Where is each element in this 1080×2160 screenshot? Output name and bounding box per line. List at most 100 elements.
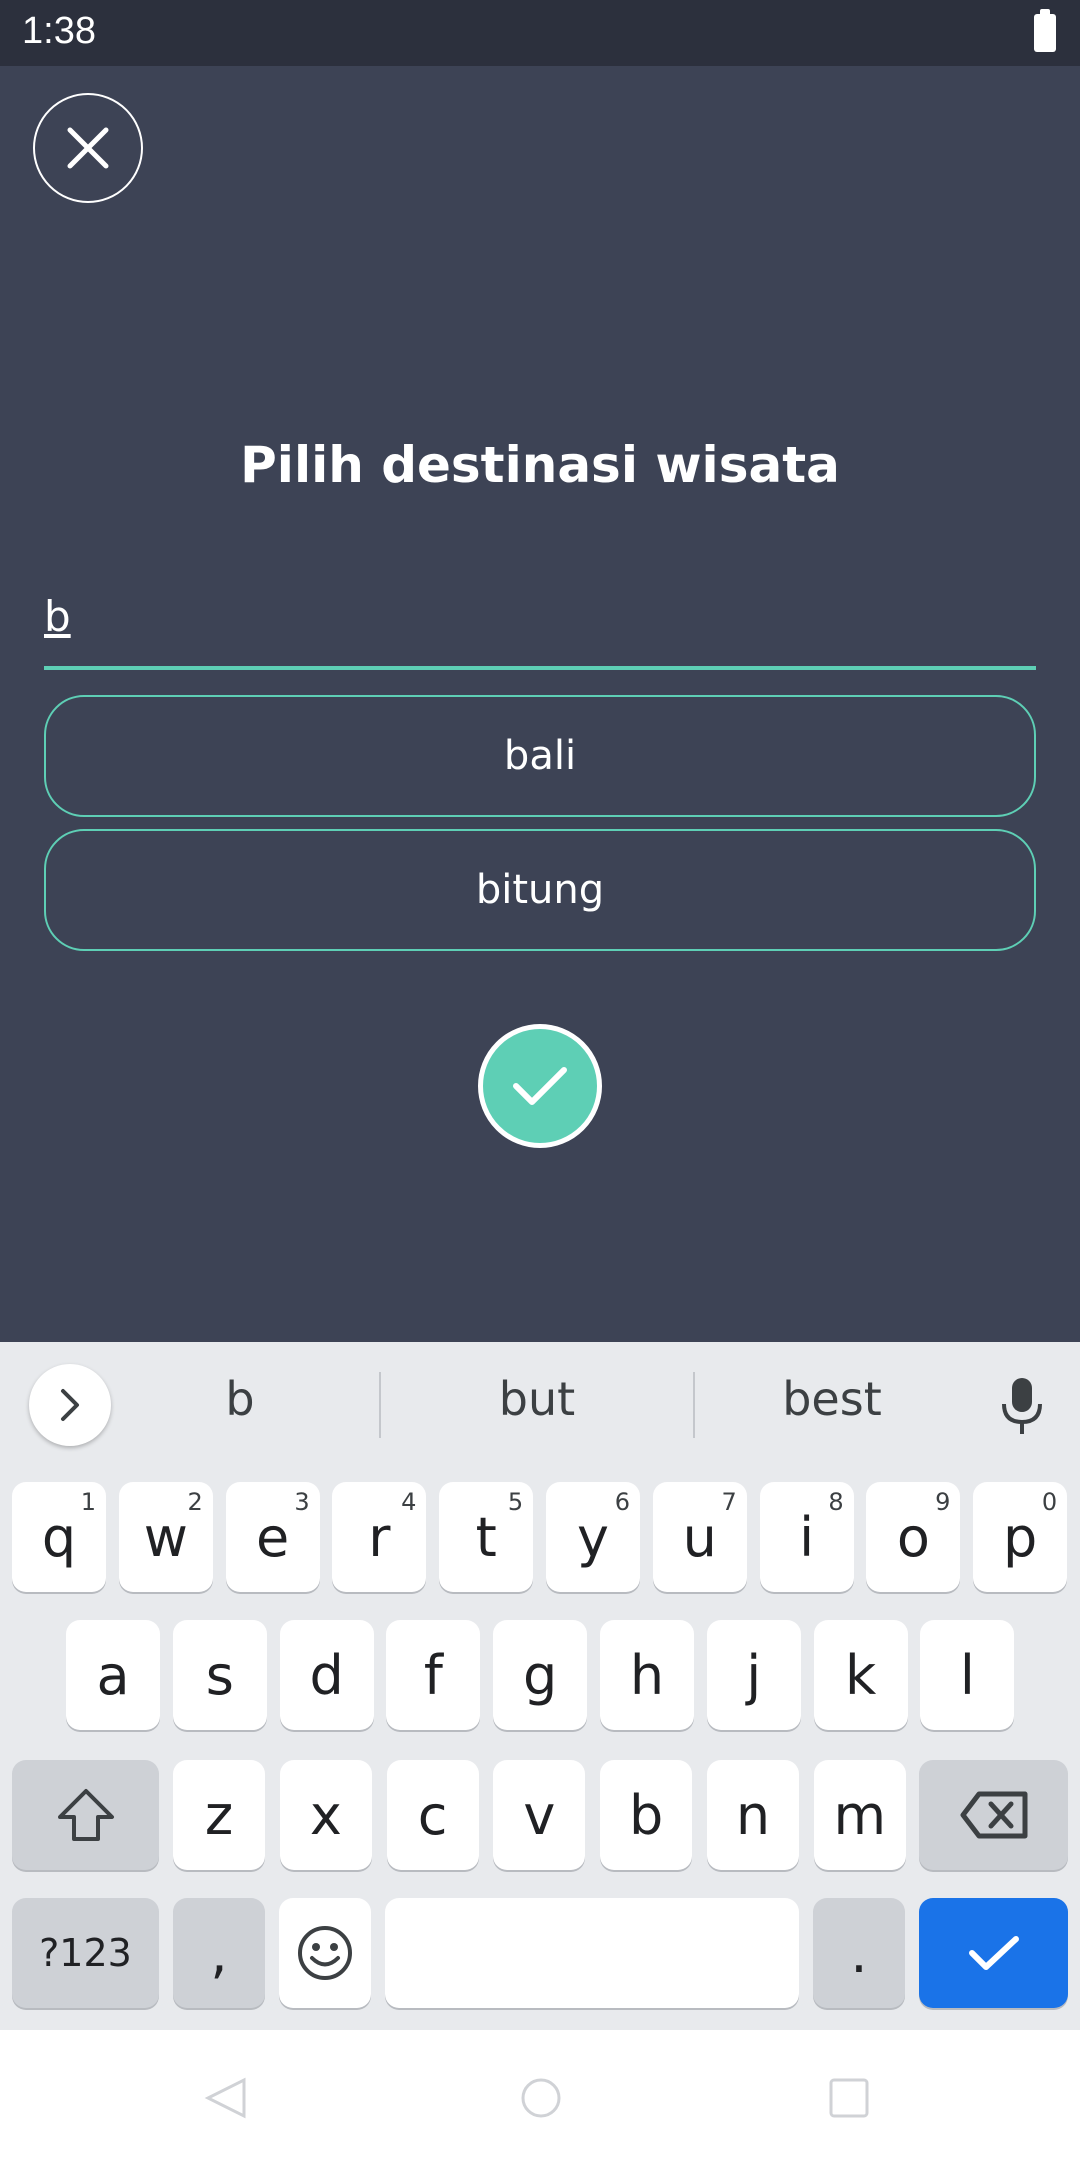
key-g[interactable]: g [493, 1620, 588, 1730]
key-label: m [833, 1783, 887, 1847]
key-l[interactable]: l [920, 1620, 1015, 1730]
on-screen-keyboard: b but best ?123 , . q 1 w 2 e 3 r 4 t 5 … [0, 1342, 1080, 2030]
key-label: a [96, 1643, 130, 1707]
key-hint: 7 [721, 1488, 737, 1516]
key-n[interactable]: n [707, 1760, 799, 1870]
status-bar: 1:38 [0, 0, 1080, 66]
key-label: t [475, 1505, 497, 1569]
confirm-button[interactable] [478, 1024, 602, 1148]
page-title: Pilih destinasi wisata [240, 436, 840, 494]
key-x[interactable]: x [279, 1760, 372, 1870]
key-label: l [959, 1643, 975, 1707]
close-button[interactable] [33, 93, 143, 203]
key-hint: 5 [507, 1488, 524, 1516]
word-suggestion[interactable]: b [120, 1372, 360, 1426]
key-y[interactable]: y6 [546, 1482, 640, 1592]
key-label: v [523, 1783, 556, 1847]
key-j[interactable]: j [706, 1620, 801, 1730]
key-hint: 9 [935, 1488, 951, 1516]
key-label: h [629, 1643, 665, 1707]
status-time: 1:38 [22, 10, 96, 52]
destination-picker: Pilih destinasi wisata bali bitung [0, 66, 1080, 1342]
key-hint: 4 [401, 1488, 417, 1516]
suggestion-label: bali [503, 733, 577, 779]
comma-label: , [210, 1921, 228, 1985]
keyboard-suggestion-strip: b but best [0, 1342, 1080, 1472]
key-label: p [1003, 1505, 1038, 1569]
check-icon [513, 1067, 567, 1105]
key-q[interactable]: q1 [12, 1482, 106, 1592]
home-icon[interactable] [519, 2076, 563, 2120]
key-label: j [746, 1643, 762, 1707]
search-input[interactable] [44, 566, 1036, 666]
key-z[interactable]: z [173, 1760, 265, 1870]
key-hint: 6 [614, 1488, 630, 1516]
keyboard-expand-button[interactable] [29, 1364, 111, 1446]
key-h[interactable]: h [600, 1620, 694, 1730]
period-key[interactable]: . [813, 1898, 905, 2008]
backspace-key[interactable] [919, 1760, 1068, 1870]
microphone-icon[interactable] [1000, 1376, 1044, 1436]
key-f[interactable]: f [386, 1620, 481, 1730]
suggestion-option-bitung[interactable]: bitung [44, 829, 1036, 951]
key-r[interactable]: r4 [332, 1482, 427, 1592]
key-hint: 3 [294, 1488, 310, 1516]
key-label: z [204, 1783, 234, 1847]
word-suggestion[interactable]: but [417, 1372, 657, 1426]
emoji-key[interactable] [279, 1898, 371, 2008]
space-key[interactable] [385, 1898, 799, 2008]
key-label: c [417, 1783, 448, 1847]
key-hint: 1 [80, 1488, 96, 1516]
word-suggestion[interactable]: best [712, 1372, 952, 1426]
key-s[interactable]: s [172, 1620, 267, 1730]
enter-key[interactable] [919, 1898, 1068, 2008]
key-label: n [735, 1783, 771, 1847]
battery-icon [1034, 9, 1056, 52]
search-field[interactable] [44, 566, 1036, 670]
key-label: b [629, 1783, 664, 1847]
symbols-key[interactable]: ?123 [12, 1898, 159, 2008]
key-c[interactable]: c [386, 1760, 479, 1870]
emoji-icon [298, 1926, 352, 1980]
key-label: d [309, 1643, 344, 1707]
key-label: s [205, 1643, 234, 1707]
check-icon [968, 1936, 1019, 1970]
key-label: g [523, 1643, 558, 1707]
backspace-icon [960, 1791, 1027, 1839]
suggestion-label: bitung [475, 867, 605, 913]
symbols-key-label: ?123 [39, 1931, 132, 1975]
key-b[interactable]: b [600, 1760, 693, 1870]
key-label: q [41, 1505, 77, 1569]
key-m[interactable]: m [813, 1760, 906, 1870]
key-a[interactable]: a [66, 1620, 160, 1730]
key-e[interactable]: e3 [225, 1482, 320, 1592]
key-p[interactable]: p0 [973, 1482, 1068, 1592]
key-label: u [682, 1505, 717, 1569]
shift-key[interactable] [12, 1760, 159, 1870]
chevron-right-icon [61, 1389, 79, 1421]
shift-icon [57, 1789, 114, 1841]
key-i[interactable]: i8 [759, 1482, 854, 1592]
key-label: i [799, 1505, 815, 1569]
key-d[interactable]: d [279, 1620, 374, 1730]
navigation-bar [0, 2030, 1080, 2160]
key-hint: 8 [828, 1488, 844, 1516]
close-icon [67, 127, 109, 169]
key-hint: 2 [187, 1488, 203, 1516]
key-u[interactable]: u7 [652, 1482, 747, 1592]
back-icon[interactable] [204, 2076, 248, 2120]
key-k[interactable]: k [813, 1620, 908, 1730]
recent-apps-icon[interactable] [827, 2076, 871, 2120]
period-label: . [850, 1921, 868, 1985]
key-label: w [143, 1505, 188, 1569]
key-label: r [368, 1505, 391, 1569]
key-t[interactable]: t5 [439, 1482, 534, 1592]
key-o[interactable]: o9 [866, 1482, 961, 1592]
comma-key[interactable]: , [173, 1898, 265, 2008]
key-w[interactable]: w2 [118, 1482, 213, 1592]
suggestion-option-bali[interactable]: bali [44, 695, 1036, 817]
key-label: f [423, 1643, 443, 1707]
key-v[interactable]: v [493, 1760, 586, 1870]
key-label: k [844, 1643, 877, 1707]
key-label: x [309, 1783, 342, 1847]
